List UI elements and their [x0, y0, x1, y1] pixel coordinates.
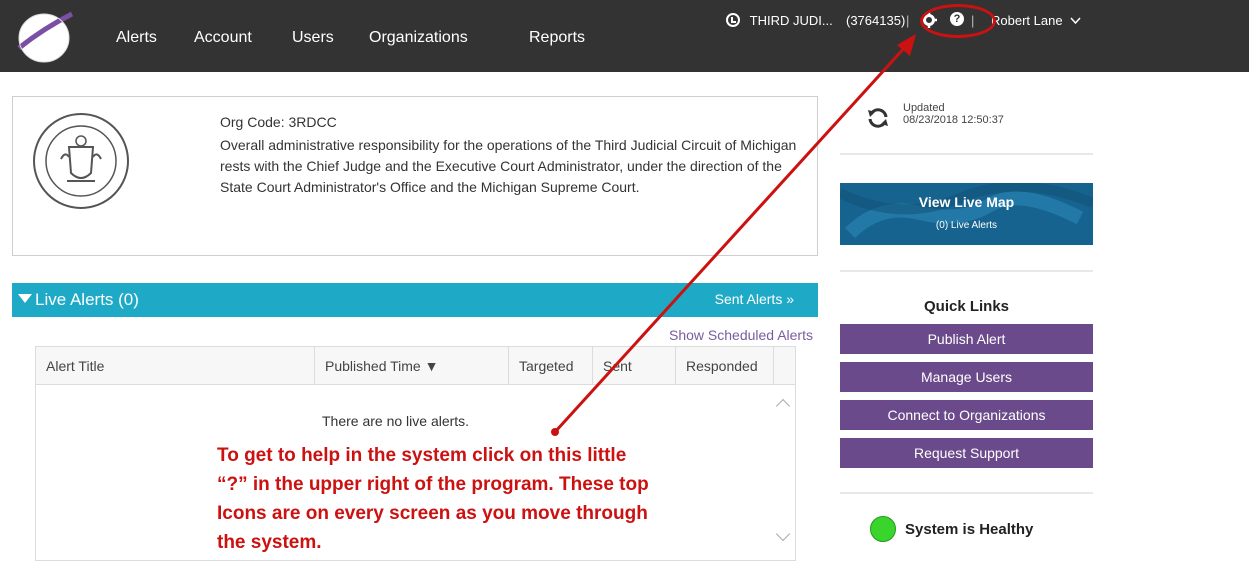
nav-alerts[interactable]: Alerts [116, 29, 157, 47]
empty-state-message: There are no live alerts. [322, 413, 470, 429]
column-targeted[interactable]: Targeted [509, 347, 593, 385]
show-scheduled-alerts-link[interactable]: Show Scheduled Alerts [669, 327, 813, 343]
nav-account[interactable]: Account [194, 29, 252, 47]
nav-users[interactable]: Users [292, 29, 334, 47]
nav-organizations[interactable]: Organizations [369, 29, 468, 47]
clock-icon [726, 13, 740, 27]
updated-time: 08/23/2018 12:50:37 [903, 114, 1004, 126]
scroll-down-icon[interactable] [775, 526, 791, 542]
live-alerts-title: Live Alerts (0) [35, 290, 139, 309]
publish-alert-button[interactable]: Publish Alert [840, 324, 1093, 354]
connect-to-organizations-button[interactable]: Connect to Organizations [840, 400, 1093, 430]
user-name: Robert Lane [991, 13, 1063, 28]
org-description: Overall administrative responsibility fo… [220, 137, 797, 195]
divider [840, 270, 1093, 272]
health-status-text: System is Healthy [905, 521, 1034, 538]
divider [840, 153, 1093, 155]
highlight-oval [920, 4, 996, 38]
refresh-icon[interactable] [866, 106, 890, 130]
caret-down-icon [18, 294, 32, 303]
live-map-title: View Live Map [918, 194, 1015, 210]
court-seal-icon [33, 113, 129, 209]
column-sent[interactable]: Sent [593, 347, 676, 385]
chevron-down-icon [1070, 17, 1081, 25]
map-background [840, 183, 1093, 245]
quick-links-title: Quick Links [923, 298, 1010, 315]
request-support-button[interactable]: Request Support [840, 438, 1093, 468]
column-responded[interactable]: Responded [676, 347, 774, 385]
column-published-time[interactable]: Published Time ▼ [315, 347, 509, 385]
org-info-panel: Org Code: 3RDCC Overall administrative r… [12, 96, 818, 256]
sent-alerts-link[interactable]: Sent Alerts » [715, 291, 794, 307]
nav-reports[interactable]: Reports [529, 29, 585, 47]
live-map-count: (0) Live Alerts [935, 220, 998, 231]
org-code: Org Code: 3RDCC [220, 114, 337, 130]
manage-users-button[interactable]: Manage Users [840, 362, 1093, 392]
separator: | [906, 13, 910, 28]
updated-label: Updated [903, 102, 945, 114]
top-nav-bar: Alerts Account Users Organizations Repor… [0, 0, 1249, 72]
column-alert-title[interactable]: Alert Title [36, 347, 315, 385]
user-menu[interactable]: Robert Lane [991, 13, 1081, 28]
org-name: THIRD JUDI... [749, 13, 833, 28]
org-switcher[interactable]: THIRD JUDI... [726, 13, 833, 28]
live-alerts-header[interactable]: Live Alerts (0) Sent Alerts » [12, 283, 818, 317]
globe-logo-icon[interactable] [14, 8, 74, 66]
view-live-map-button[interactable]: View Live Map (0) Live Alerts [840, 183, 1093, 245]
divider [840, 492, 1093, 494]
help-annotation: To get to help in the system click on th… [217, 445, 649, 553]
health-status-icon [870, 516, 896, 542]
org-id: (3764135) [846, 13, 906, 28]
scroll-up-icon[interactable] [775, 398, 791, 414]
alerts-table-header: Alert Title Published Time ▼ Targeted Se… [36, 347, 795, 385]
live-alerts-toggle[interactable]: Live Alerts (0) [18, 290, 139, 310]
last-updated: Updated 08/23/2018 12:50:37 [903, 102, 1004, 126]
